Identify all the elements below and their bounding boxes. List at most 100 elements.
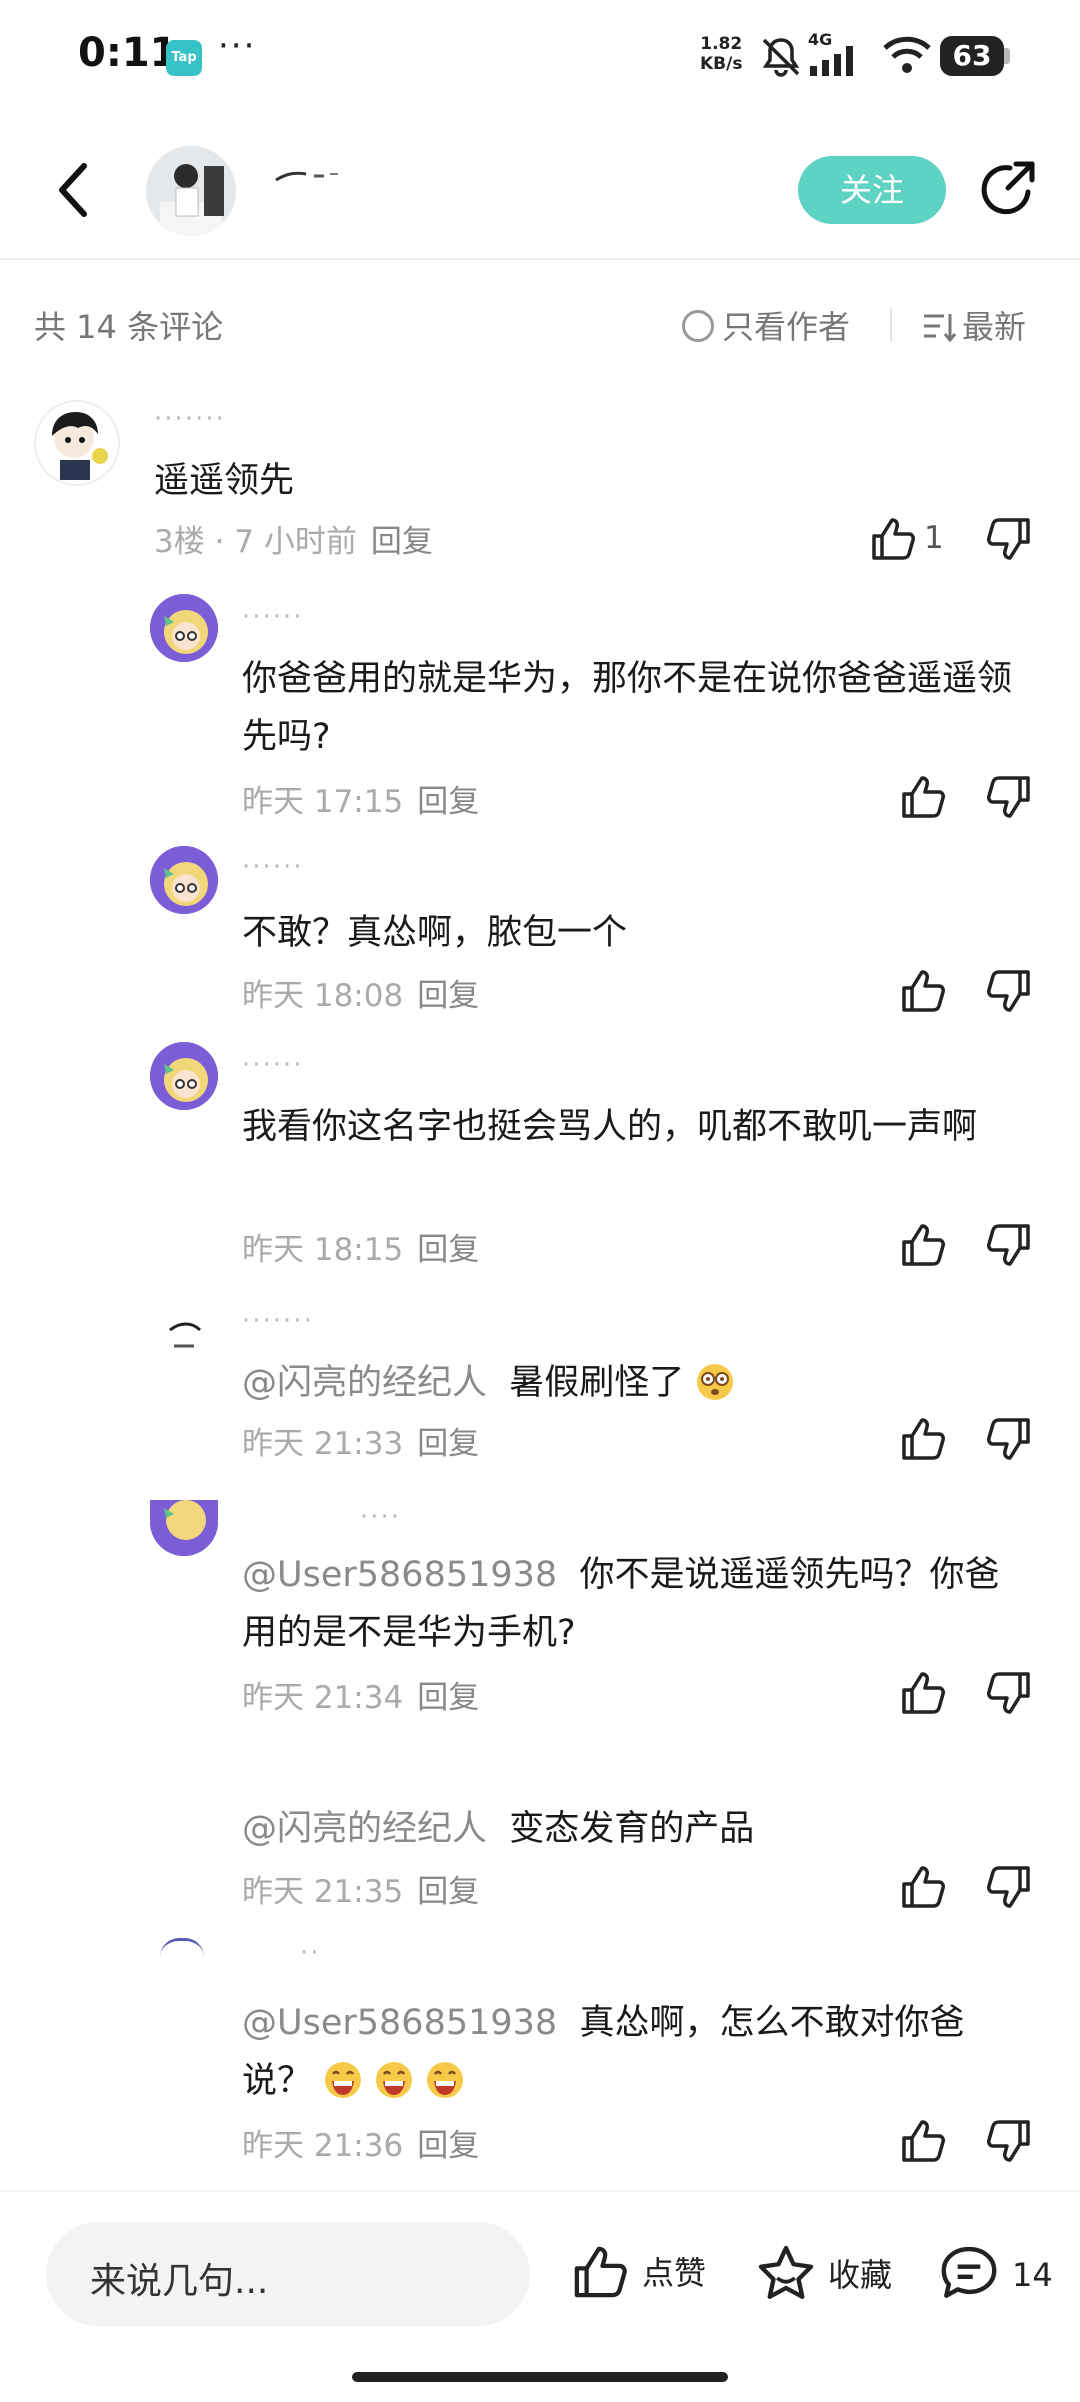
replier-name-blurred: ······· [242, 1306, 314, 1336]
reply-button[interactable]: 回复 [371, 524, 433, 560]
sort-latest-label: 最新 [962, 308, 1027, 346]
reply-avatar[interactable] [150, 1500, 218, 1556]
replier-name-blurred: ······ [242, 602, 304, 632]
thumbs-up-icon[interactable] [900, 968, 946, 1014]
reply-button[interactable]: 回复 [417, 1874, 479, 1910]
comment-meta: 昨天 17:15 回复 [242, 776, 479, 821]
comments-button[interactable]: 14 [936, 2244, 1053, 2302]
anime-avatar-image [150, 846, 218, 914]
comment-meta: 昨天 18:08 回复 [242, 970, 479, 1015]
anime-avatar-image [150, 1042, 218, 1110]
comment-time: 昨天 21:33 [242, 1426, 404, 1462]
comment-input[interactable]: 来说几句... [46, 2222, 530, 2326]
follow-button[interactable]: 关注 [798, 156, 946, 224]
laughing-face-emoji-icon [376, 2062, 413, 2098]
thumbs-up-icon[interactable] [900, 1670, 946, 1716]
comment-time: 昨天 21:35 [242, 1874, 404, 1910]
comment-text: @闪亮的经纪人 暑假刷怪了 [242, 1354, 1032, 1412]
thumbs-down-icon[interactable] [986, 968, 1032, 1014]
comment-text: 我看你这名字也挺会骂人的，叽都不敢叽一声啊 [242, 1107, 978, 1147]
thumbs-up-icon[interactable] [900, 1864, 946, 1910]
comment-input-placeholder: 来说几句... [90, 2261, 269, 2302]
comment-meta: 昨天 18:15 回复 [242, 1224, 479, 1269]
comment-text: 遥遥领先 [154, 461, 295, 501]
anime-avatar-image [150, 594, 218, 662]
replier-name-blurred: ······ [242, 1050, 304, 1080]
thumbs-up-icon [574, 2246, 627, 2298]
comment-bubble-icon [941, 2246, 997, 2298]
replier-name-blurred: ·· [300, 1938, 321, 1968]
comment-meta: 昨天 21:33 回复 [242, 1418, 479, 1463]
thumbs-down-icon[interactable] [986, 2118, 1032, 2164]
only-author-toggle[interactable]: 只看作者 [682, 302, 850, 348]
thumbs-up-icon[interactable] [900, 1222, 946, 1268]
share-icon[interactable] [976, 158, 1040, 222]
cartoon-avatar-image [52, 412, 108, 480]
reply-avatar[interactable] [150, 1300, 218, 1368]
comment-meta: 昨天 21:36 回复 [242, 2120, 479, 2165]
net-speed-value: 1.82 [700, 34, 743, 54]
author-avatar-image [146, 146, 236, 236]
mention-link[interactable]: @闪亮的经纪人 [242, 1809, 487, 1849]
like-post-button[interactable]: 点赞 [570, 2244, 706, 2300]
net-speed-unit: KB/s [700, 54, 743, 74]
reply-button[interactable]: 回复 [417, 784, 479, 820]
thumbs-down-icon[interactable] [986, 516, 1032, 562]
mention-link[interactable]: @User586851938 [242, 1555, 557, 1595]
mention-link[interactable]: @闪亮的经纪人 [242, 1363, 487, 1403]
radio-circle-icon [682, 310, 714, 342]
battery-tip [1004, 48, 1010, 64]
comment-time: 昨天 21:36 [242, 2128, 404, 2164]
reply-button[interactable]: 回复 [417, 978, 479, 1014]
thumbs-up-icon[interactable] [900, 2118, 946, 2164]
sort-icon [924, 314, 957, 343]
thumbs-down-icon[interactable] [986, 774, 1032, 820]
status-bar: 0:11 Tap ··· 1.82 KB/s 4G 63 [0, 0, 1080, 120]
mention-link[interactable]: @User586851938 [242, 2003, 557, 2043]
bottom-action-bar: 来说几句... 点赞 收藏 14 [0, 2190, 1080, 2402]
comment-floor-time: 3楼 · 7 小时前 [154, 524, 357, 560]
comment-meta: 昨天 21:35 回复 [242, 1866, 479, 1911]
reply-button[interactable]: 回复 [417, 1232, 479, 1268]
sort-latest-button[interactable]: 最新 [922, 302, 1026, 348]
signal-icon [810, 46, 853, 76]
net-speed: 1.82 KB/s [700, 34, 742, 74]
replier-name-blurred: ···· [360, 1502, 402, 1532]
reply-button[interactable]: 回复 [417, 1680, 479, 1716]
commenter-avatar[interactable] [34, 400, 120, 486]
author-avatar[interactable] [146, 146, 236, 236]
comment-text: @User586851938 真怂啊，怎么不敢对你爸说？ [242, 1994, 1032, 2110]
comment-text: 不敢？真怂啊，脓包一个 [242, 913, 628, 953]
comment-time: 昨天 17:15 [242, 784, 404, 820]
thumbs-down-icon[interactable] [986, 1864, 1032, 1910]
wifi-icon [883, 36, 931, 73]
star-icon [758, 2245, 814, 2299]
reply-avatar[interactable] [150, 846, 218, 914]
home-indicator [352, 2372, 728, 2382]
comment-text: @User586851938 你不是说遥遥领先吗？你爸用的是不是华为手机? [242, 1546, 1032, 1662]
status-time: 0:11 [78, 30, 178, 76]
thumbs-down-icon[interactable] [986, 1670, 1032, 1716]
divider [890, 308, 892, 342]
comment-text: @闪亮的经纪人 变态发育的产品 [242, 1800, 1032, 1858]
mute-icon [762, 38, 800, 77]
reply-avatar[interactable] [160, 1938, 204, 1957]
back-arrow-icon[interactable] [52, 160, 92, 220]
collect-label: 收藏 [828, 2256, 893, 2294]
reply-avatar[interactable] [150, 1042, 218, 1110]
reply-avatar[interactable] [150, 594, 218, 662]
anime-avatar-image [150, 1500, 218, 1556]
reply-button[interactable]: 回复 [417, 2128, 479, 2164]
thumbs-up-icon[interactable] [870, 516, 916, 562]
only-author-label: 只看作者 [722, 308, 851, 346]
thumbs-down-icon[interactable] [986, 1222, 1032, 1268]
reply-body: 变态发育的产品 [509, 1809, 755, 1849]
thumbs-up-icon[interactable] [900, 774, 946, 820]
reply-button[interactable]: 回复 [417, 1426, 479, 1462]
thumbs-up-icon[interactable] [900, 1416, 946, 1462]
thumbs-down-icon[interactable] [986, 1416, 1032, 1462]
comment-meta: 昨天 21:34 回复 [242, 1672, 479, 1717]
like-post-label: 点赞 [642, 2254, 707, 2292]
collect-button[interactable]: 收藏 [756, 2244, 892, 2302]
reply-body: 暑假刷怪了 [509, 1363, 685, 1403]
